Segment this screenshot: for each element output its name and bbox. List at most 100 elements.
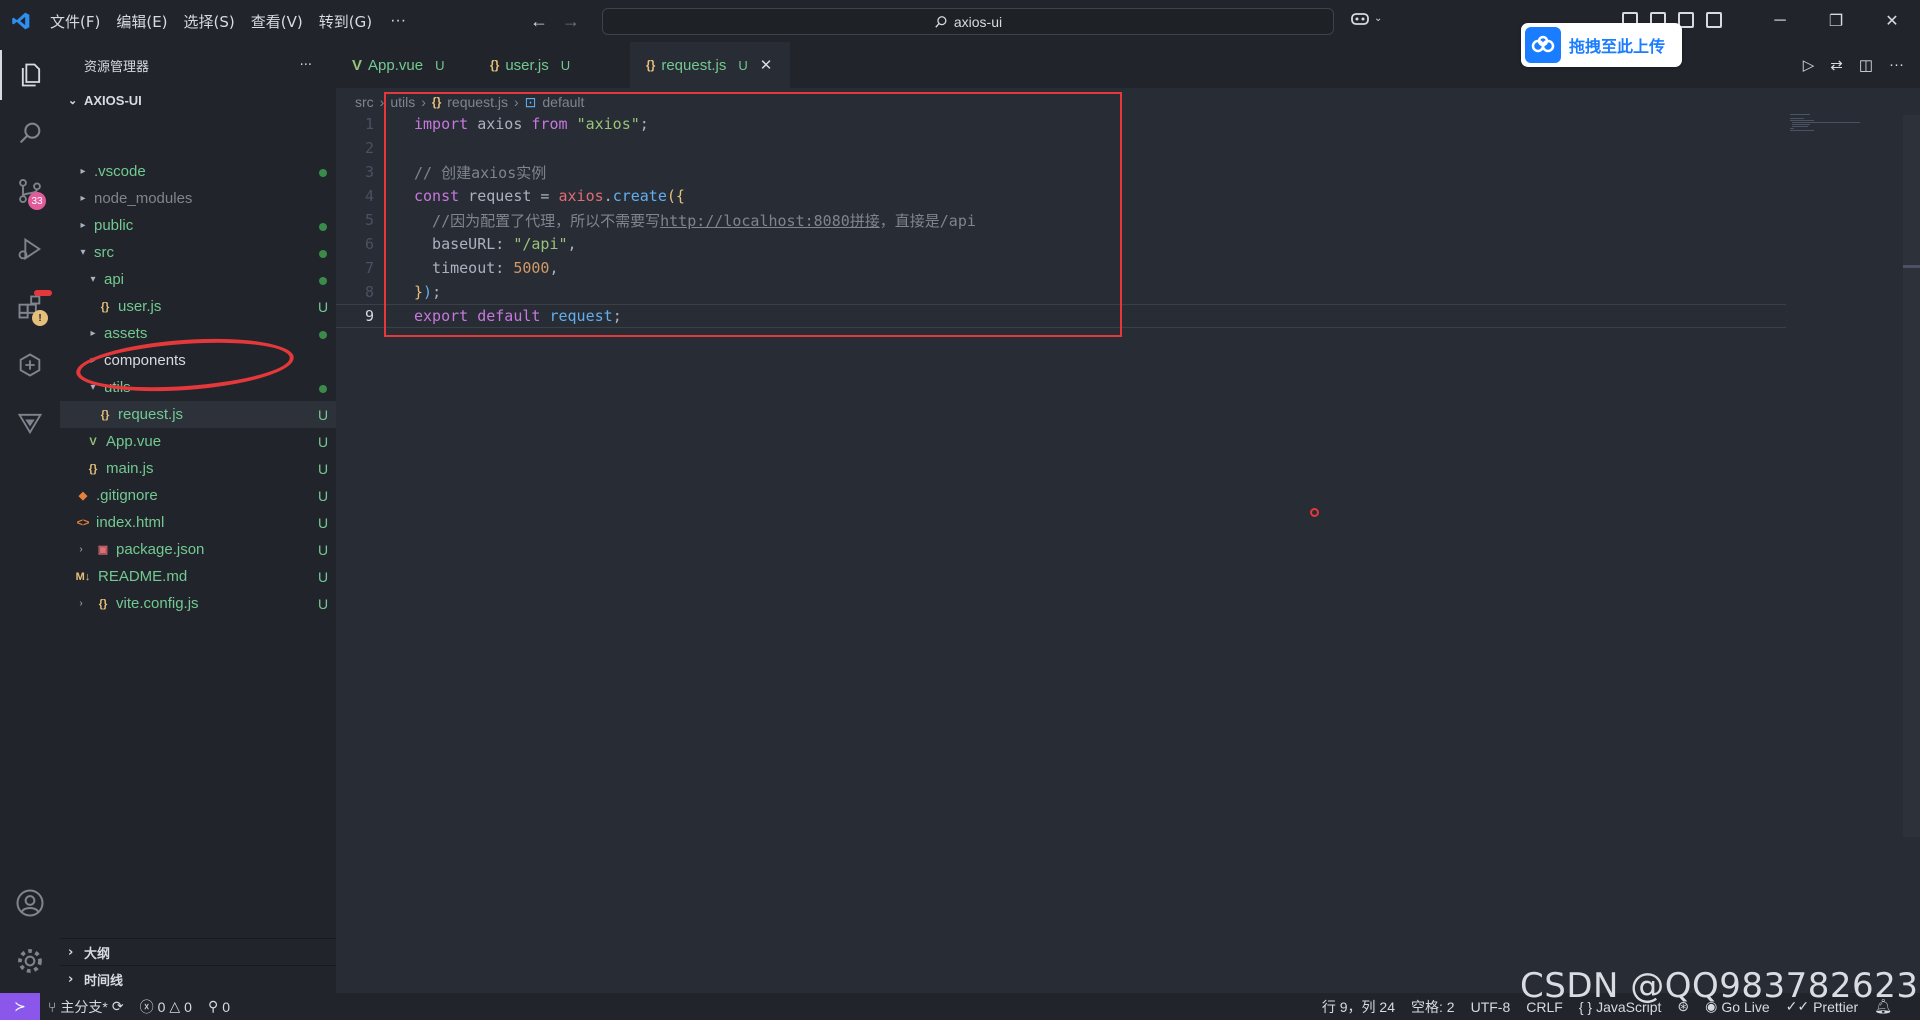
line-number: 9 (364, 307, 374, 325)
tree-item-label: App.vue (106, 433, 162, 450)
explorer-activity[interactable] (0, 50, 60, 100)
close-icon[interactable]: ✕ (760, 56, 773, 74)
compare-changes-icon[interactable]: ⇄ (1830, 56, 1843, 74)
tab-user-js[interactable]: {} user.js U (474, 42, 630, 88)
git-branch-icon: ⑂ (48, 998, 57, 1015)
tree-item-label: .vscode (94, 163, 146, 180)
menu-file[interactable]: 文件(F) (42, 11, 108, 32)
chevron-right-icon: ▸ (90, 328, 96, 339)
accounts-activity[interactable] (0, 878, 60, 928)
tree-item-app-vue[interactable]: V App.vue U (60, 428, 336, 455)
outline-section[interactable]: › 大纲 (60, 938, 336, 965)
cloud-icon (1525, 27, 1561, 63)
tab-app-vue[interactable]: V App.vue U (336, 42, 474, 88)
editor-scrollbar[interactable] (1903, 115, 1920, 837)
workspace-root[interactable]: ⌄ AXIOS-UI (60, 88, 336, 112)
chevron-right-icon: ▸ (80, 193, 86, 204)
tree-item-node-modules[interactable]: ▸ node_modules (60, 185, 336, 212)
tree-item-public[interactable]: ▸ public (60, 212, 336, 239)
explorer-more-button[interactable]: ··· (300, 58, 312, 73)
untracked-badge: U (317, 487, 329, 504)
back-arrow-icon[interactable]: ← (530, 11, 548, 32)
problems-indicator[interactable]: ⓧ 0 △ 0 (132, 997, 200, 1017)
chevron-right-icon: › (68, 944, 74, 960)
tree-item-index-html[interactable]: <> index.html U (60, 509, 336, 536)
menu-edit[interactable]: 编辑(E) (108, 11, 175, 32)
warning-count: 0 (184, 998, 192, 1015)
tree-item-label: package.json (116, 541, 205, 558)
extensions-activity[interactable]: ! (0, 282, 60, 332)
run-debug-activity[interactable] (0, 224, 60, 274)
manage-activity[interactable] (0, 936, 60, 986)
indentation[interactable]: 空格: 2 (1403, 997, 1463, 1017)
minimize-button[interactable]: ─ (1752, 0, 1808, 42)
tree-item-package-json[interactable]: › ▣ package.json U (60, 536, 336, 563)
tree-item-readme[interactable]: M↓ README.md U (60, 563, 336, 590)
branch-indicator[interactable]: ⑂ 主分支* ⟳ (40, 997, 132, 1017)
explorer-title: 资源管理器 (84, 59, 150, 75)
customize-layout-icon[interactable] (1706, 12, 1722, 28)
copilot-button[interactable]: ⌄ (1350, 10, 1382, 26)
tab-label: request.js (661, 56, 727, 74)
ports-count: 0 (222, 998, 231, 1015)
warning-icon: ! (32, 310, 48, 326)
csdn-watermark: CSDN @QQ983782623 (1520, 966, 1919, 1006)
run-debug-icon (18, 237, 42, 261)
js-file-icon: {} (100, 408, 110, 421)
tab-request-js[interactable]: {} request.js U ✕ (630, 42, 790, 88)
chevron-down-icon: ▾ (90, 274, 96, 285)
tree-item-src[interactable]: ▾ src (60, 239, 336, 266)
git-file-icon: ◆ (78, 490, 88, 502)
menu-go[interactable]: 转到(G) (311, 11, 380, 32)
modified-dot (319, 330, 327, 339)
timeline-section[interactable]: › 时间线 (60, 965, 336, 992)
remote-explorer-icon (19, 353, 41, 377)
outline-label: 大纲 (84, 946, 111, 962)
split-editor-icon[interactable]: ◫ (1859, 56, 1873, 74)
explorer-sidebar: 资源管理器 ··· ⌄ AXIOS-UI ▸ .vscode ▸ node_mo… (60, 42, 336, 993)
source-control-activity[interactable]: 33 (0, 166, 60, 216)
close-window-button[interactable]: ✕ (1864, 0, 1920, 42)
vitest-activity[interactable] (0, 398, 60, 448)
tree-item-label: public (94, 217, 134, 234)
tree-item-request-js[interactable]: {} request.js U (60, 401, 336, 428)
remote-icon: ≻ (14, 998, 26, 1014)
minimap[interactable] (1790, 112, 1862, 136)
workspace-root-label: AXIOS-UI (84, 92, 142, 108)
search-activity[interactable] (0, 108, 60, 158)
sync-icon: ⟳ (111, 998, 124, 1014)
chevron-down-icon: ⌄ (1374, 12, 1383, 24)
timeline-label: 时间线 (84, 973, 124, 989)
baidu-netdisk-upload-popup[interactable]: 拖拽至此上传 (1521, 23, 1682, 67)
chevron-down-icon: ▾ (80, 247, 86, 258)
cursor-position[interactable]: 行 9，列 24 (1314, 997, 1403, 1017)
menu-more-button[interactable]: ··· (380, 12, 416, 30)
activity-bar: 33 ! (0, 42, 60, 993)
remote-indicator[interactable]: ≻ (0, 993, 40, 1020)
line-number: 2 (364, 139, 374, 157)
restore-button[interactable]: ❐ (1808, 0, 1864, 42)
chevron-right-icon: ▸ (80, 166, 86, 177)
vite-icon (17, 413, 43, 435)
remote-activity[interactable] (0, 340, 60, 390)
tree-item-api[interactable]: ▾ api (60, 266, 336, 293)
tab-label: App.vue (368, 56, 424, 74)
forward-arrow-icon[interactable]: → (562, 11, 580, 32)
menu-selection[interactable]: 选择(S) (176, 11, 243, 32)
menu-view[interactable]: 查看(V) (243, 11, 311, 32)
breadcrumb-src[interactable]: src (355, 94, 374, 110)
tree-item-vite-config[interactable]: › {} vite.config.js U (60, 590, 336, 617)
more-actions-icon[interactable]: ··· (1889, 56, 1904, 74)
tree-item-vscode[interactable]: ▸ .vscode (60, 158, 336, 185)
tree-item-user-js[interactable]: {} user.js U (60, 293, 336, 320)
ports-indicator[interactable]: ⚲ 0 (200, 998, 238, 1015)
account-icon (16, 889, 44, 917)
command-center-search[interactable]: axios-ui (602, 8, 1334, 35)
untracked-badge: U (317, 568, 329, 585)
encoding[interactable]: UTF-8 (1463, 999, 1519, 1015)
run-file-icon[interactable]: ▷ (1803, 56, 1815, 74)
tree-item-gitignore[interactable]: ◆ .gitignore U (60, 482, 336, 509)
tree-item-main-js[interactable]: {} main.js U (60, 455, 336, 482)
gear-icon (18, 949, 42, 973)
annotation-highlight-box (384, 92, 1122, 337)
